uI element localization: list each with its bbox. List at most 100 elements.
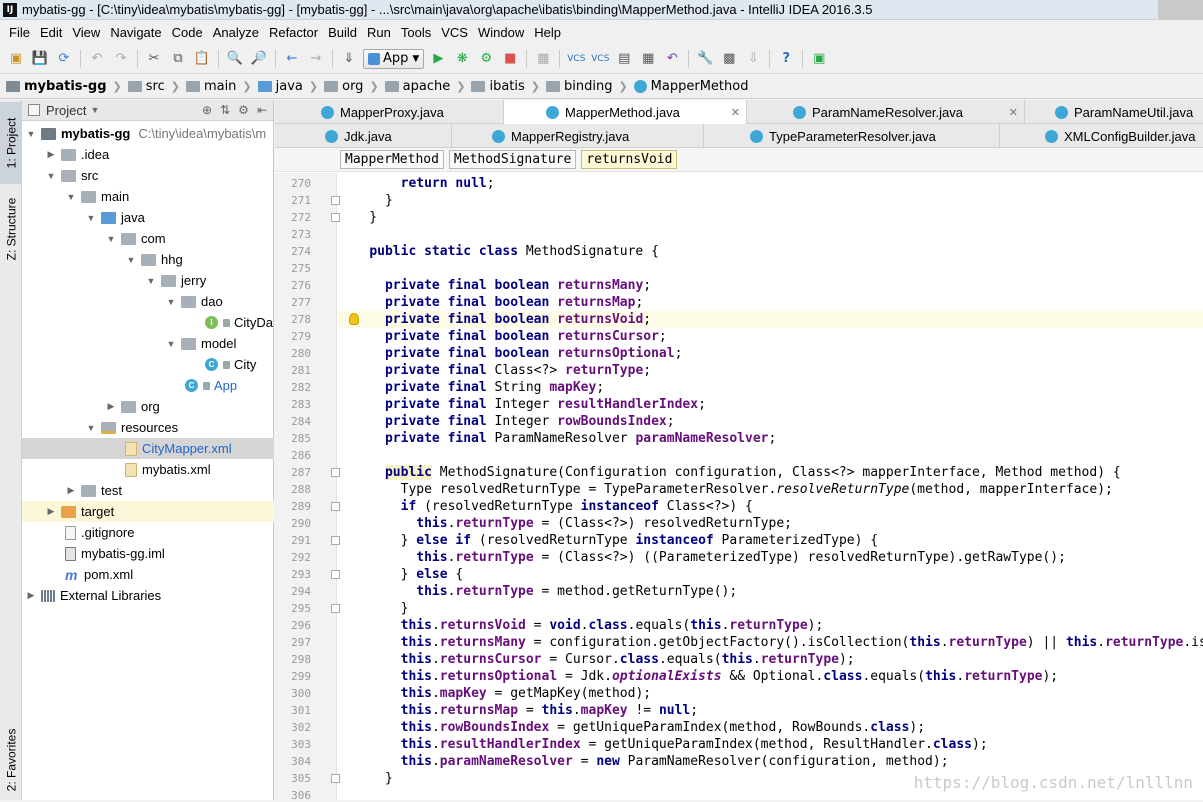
expanded-arrow-icon[interactable]: ▼ <box>85 423 97 433</box>
structure-tool-tab[interactable]: Z: Structure <box>0 188 22 270</box>
vcs-revert-icon[interactable]: ↶ <box>661 48 683 70</box>
gear-icon[interactable]: ⚙ <box>238 103 249 117</box>
tree-item-hhg[interactable]: ▼ hhg <box>22 249 274 270</box>
expanded-arrow-icon[interactable]: ▼ <box>105 234 117 244</box>
tree-item-mybatis-xml[interactable]: mybatis.xml <box>22 459 274 480</box>
sdk-download-icon[interactable]: ⇩ <box>742 48 764 70</box>
collapsed-arrow-icon[interactable]: ▶ <box>45 506 57 517</box>
tree-item-target[interactable]: ▶ target <box>22 501 274 522</box>
locate-icon[interactable]: ⊕ <box>202 103 212 117</box>
run-icon[interactable]: ▶ <box>427 48 449 70</box>
run-configuration-dropdown[interactable]: App ▼ <box>363 48 425 69</box>
chevron-down-icon[interactable]: ▼ <box>90 105 99 115</box>
tab-mappermethod[interactable]: MapperMethod.java ✕ <box>504 100 747 124</box>
copy-icon[interactable]: ⧉ <box>167 48 189 70</box>
close-window-button[interactable] <box>1158 0 1203 20</box>
tab-mapperproxy[interactable]: MapperProxy.java <box>275 100 504 124</box>
tree-item-citydao[interactable]: I CityDa <box>22 312 274 333</box>
expanded-arrow-icon[interactable]: ▼ <box>145 276 157 286</box>
tree-item-resources[interactable]: ▼ resources <box>22 417 274 438</box>
tree-item-com[interactable]: ▼ com <box>22 228 274 249</box>
undo-icon[interactable]: ↶ <box>86 48 108 70</box>
expanded-arrow-icon[interactable]: ▼ <box>45 171 57 181</box>
replace-icon[interactable]: 🔎 <box>248 48 270 70</box>
help-icon[interactable]: ? <box>775 48 797 70</box>
find-icon[interactable]: 🔍 <box>224 48 246 70</box>
maximize-button[interactable] <box>1128 0 1158 20</box>
tree-item-org[interactable]: ▶ org <box>22 396 274 417</box>
save-all-icon[interactable]: 💾 <box>29 48 51 70</box>
tree-item-city[interactable]: C City <box>22 354 274 375</box>
minimize-button[interactable] <box>1098 0 1128 20</box>
collapsed-arrow-icon[interactable]: ▶ <box>25 590 37 601</box>
breadcrumb-src[interactable]: src <box>127 79 165 94</box>
expanded-arrow-icon[interactable]: ▼ <box>25 129 37 139</box>
hide-panel-icon[interactable]: ⇤ <box>257 103 267 117</box>
expanded-arrow-icon[interactable]: ▼ <box>125 255 137 265</box>
breadcrumb-org[interactable]: org <box>324 79 363 94</box>
collapsed-arrow-icon[interactable]: ▶ <box>45 149 57 160</box>
tree-item-gitignore[interactable]: .gitignore <box>22 522 274 543</box>
tree-item-iml[interactable]: mybatis-gg.iml <box>22 543 274 564</box>
close-tab-icon[interactable]: ✕ <box>999 106 1018 119</box>
expanded-arrow-icon[interactable]: ▼ <box>165 339 177 349</box>
open-folder-icon[interactable]: ▣ <box>5 48 27 70</box>
tree-item-mybatis-gg[interactable]: ▼ mybatis-gg C:\tiny\idea\mybatis\m <box>22 123 274 144</box>
tree-item-model[interactable]: ▼ model <box>22 333 274 354</box>
tree-item-citymapper-xml[interactable]: CityMapper.xml <box>22 438 274 459</box>
project-tool-tab[interactable]: 1: Project <box>0 102 22 184</box>
tab-paramnameutil[interactable]: ParamNameUtil.java <box>1025 100 1203 124</box>
redo-icon[interactable]: ↷ <box>110 48 132 70</box>
tab-xmlconfigbuilder[interactable]: XMLConfigBuilder.java <box>1000 124 1203 148</box>
editor-breadcrumb-methodsignature[interactable]: MethodSignature <box>448 150 577 169</box>
breadcrumb-apache[interactable]: apache <box>384 79 450 94</box>
editor-breadcrumb-mappermethod[interactable]: MapperMethod <box>340 150 444 169</box>
collapsed-arrow-icon[interactable]: ▶ <box>65 485 77 496</box>
menu-refactor[interactable]: Refactor <box>264 25 323 40</box>
tree-item-src[interactable]: ▼ src <box>22 165 274 186</box>
intention-lightbulb-icon[interactable] <box>349 313 359 325</box>
menu-run[interactable]: Run <box>362 25 396 40</box>
menu-file[interactable]: File <box>4 25 35 40</box>
breadcrumb-binding[interactable]: binding <box>545 79 612 94</box>
expanded-arrow-icon[interactable]: ▼ <box>65 192 77 202</box>
tab-typeparameterresolver[interactable]: TypeParameterResolver.java <box>704 124 1000 148</box>
tree-item-external-libraries[interactable]: ▶ External Libraries <box>22 585 274 606</box>
vcs-commit-icon[interactable]: VCS <box>589 48 611 70</box>
breadcrumb-java[interactable]: java <box>257 79 303 94</box>
tree-item-app[interactable]: C App <box>22 375 274 396</box>
attach-debugger-icon[interactable]: ▦ <box>532 48 554 70</box>
expanded-arrow-icon[interactable]: ▼ <box>85 213 97 223</box>
menu-vcs[interactable]: VCS <box>436 25 473 40</box>
menu-window[interactable]: Window <box>473 25 529 40</box>
coverage-icon[interactable]: ⚙ <box>475 48 497 70</box>
code-editor[interactable]: return null; } } public static class Met… <box>338 173 1203 800</box>
favorites-tool-tab[interactable]: 2: Favorites <box>0 720 22 800</box>
expanded-arrow-icon[interactable]: ▼ <box>165 297 177 307</box>
plugin-icon[interactable]: ▣ <box>808 48 830 70</box>
sync-icon[interactable]: ⟳ <box>53 48 75 70</box>
cut-icon[interactable]: ✂ <box>143 48 165 70</box>
tab-paramnameresolver[interactable]: ParamNameResolver.java ✕ <box>747 100 1025 124</box>
vcs-history-icon[interactable]: ▦ <box>637 48 659 70</box>
breadcrumb-project[interactable]: mybatis-gg <box>6 79 107 94</box>
tree-item-idea[interactable]: ▶ .idea <box>22 144 274 165</box>
tree-item-dao[interactable]: ▼ dao <box>22 291 274 312</box>
vcs-update-icon[interactable]: VCS <box>565 48 587 70</box>
menu-view[interactable]: View <box>67 25 105 40</box>
settings-icon[interactable]: 🔧 <box>694 48 716 70</box>
collapsed-arrow-icon[interactable]: ▶ <box>105 401 117 412</box>
back-icon[interactable]: ← <box>281 48 303 70</box>
tab-mapperregistry[interactable]: MapperRegistry.java <box>452 124 704 148</box>
tree-item-jerry[interactable]: ▼ jerry <box>22 270 274 291</box>
menu-edit[interactable]: Edit <box>35 25 67 40</box>
tree-item-pom[interactable]: m pom.xml <box>22 564 274 585</box>
make-project-icon[interactable]: ⇓ <box>338 48 360 70</box>
breadcrumb-mappermethod[interactable]: MapperMethod <box>633 79 748 94</box>
menu-build[interactable]: Build <box>323 25 362 40</box>
menu-analyze[interactable]: Analyze <box>208 25 264 40</box>
menu-code[interactable]: Code <box>167 25 208 40</box>
menu-help[interactable]: Help <box>529 25 566 40</box>
tab-jdk[interactable]: Jdk.java <box>275 124 452 148</box>
project-panel-title[interactable]: Project <box>46 103 86 118</box>
